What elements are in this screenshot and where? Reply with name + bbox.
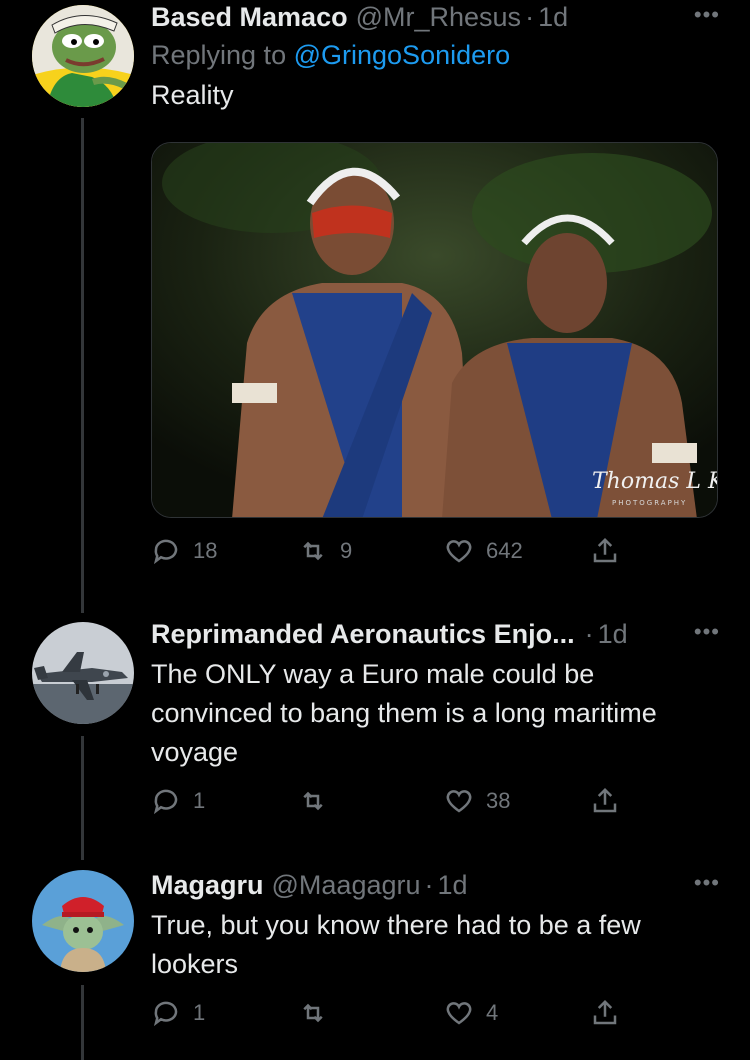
thread-line (81, 118, 84, 613)
like-button[interactable]: 38 (444, 786, 510, 816)
timestamp[interactable]: 1d (598, 617, 628, 651)
like-count: 642 (486, 538, 523, 563)
jet-avatar-icon (32, 622, 134, 724)
share-icon (593, 537, 617, 563)
retweet-icon (303, 791, 323, 811)
retweet-icon (303, 1003, 323, 1023)
user-handle[interactable]: @Mr_Rhesus (356, 0, 521, 34)
avatar[interactable] (32, 5, 134, 107)
photo-image: Thomas L Kelly PHOTOGRAPHY (152, 143, 718, 517)
tweet-header: Based Mamaco @Mr_Rhesus · 1d (151, 0, 720, 34)
retweet-button[interactable] (298, 998, 328, 1028)
share-icon (593, 999, 617, 1025)
heart-icon (446, 540, 472, 563)
reply-count: 1 (193, 788, 206, 813)
reply-icon (153, 1001, 178, 1027)
share-button[interactable] (590, 786, 620, 816)
watermark-sub: PHOTOGRAPHY (612, 499, 687, 507)
avatar[interactable] (32, 622, 134, 724)
timestamp[interactable]: 1d (538, 0, 568, 34)
share-button[interactable] (590, 536, 620, 566)
mention-link[interactable]: @GringoSonidero (294, 40, 511, 70)
display-name[interactable]: Magagru (151, 868, 264, 902)
share-button[interactable] (590, 998, 620, 1028)
like-button[interactable]: 642 (444, 536, 523, 566)
replying-to: Replying to @GringoSonidero (151, 38, 720, 72)
heart-icon (446, 1002, 472, 1025)
like-count: 4 (486, 1000, 499, 1025)
pepe-avatar-icon (32, 5, 134, 107)
tweet-header: Magagru @Maagagru · 1d (151, 868, 720, 902)
reply-count: 1 (193, 1000, 206, 1025)
reply-button[interactable]: 18 (151, 536, 217, 566)
reply-button[interactable]: 1 (151, 998, 205, 1028)
retweet-button[interactable]: 9 (298, 536, 352, 566)
avatar[interactable] (32, 870, 134, 972)
yoda-avatar-icon (32, 870, 134, 972)
separator: · (584, 619, 594, 649)
tweet-text: The ONLY way a Euro male could be convin… (151, 659, 657, 767)
like-count: 38 (486, 788, 511, 813)
display-name[interactable]: Reprimanded Aeronautics Enjo... (151, 617, 575, 651)
tweet-text: Reality (151, 80, 234, 110)
like-button[interactable]: 4 (444, 998, 498, 1028)
heart-icon (446, 790, 472, 813)
retweet-button[interactable] (298, 786, 328, 816)
more-options-icon[interactable]: ••• (694, 870, 720, 896)
user-handle[interactable]: @Maagagru (272, 868, 421, 902)
tweet-text: True, but you know there had to be a few… (151, 910, 641, 979)
reply-button[interactable]: 1 (151, 786, 205, 816)
tweet-image[interactable]: Thomas L Kelly PHOTOGRAPHY (151, 142, 718, 518)
thread-line (81, 736, 84, 860)
more-options-icon[interactable]: ••• (694, 619, 720, 645)
separator: · (525, 2, 535, 32)
reply-icon (153, 539, 178, 565)
separator: · (424, 870, 434, 900)
retweet-count: 9 (340, 538, 353, 563)
timestamp[interactable]: 1d (438, 868, 468, 902)
replying-prefix: Replying to (151, 40, 287, 70)
reply-count: 18 (193, 538, 218, 563)
watermark-text: Thomas L Kelly (592, 469, 718, 494)
display-name[interactable]: Based Mamaco (151, 0, 348, 34)
retweet-icon (303, 541, 323, 561)
share-icon (593, 787, 617, 813)
more-options-icon[interactable]: ••• (694, 2, 720, 28)
tweet-header: Reprimanded Aeronautics Enjo... · 1d (151, 617, 720, 651)
thread-line (81, 985, 84, 1060)
reply-icon (153, 789, 178, 815)
